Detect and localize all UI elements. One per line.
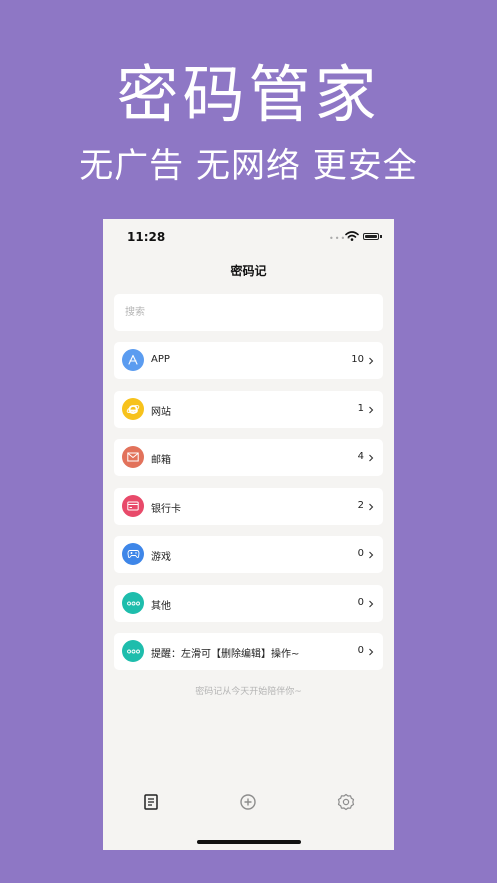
search-bar[interactable] — [114, 294, 383, 331]
category-row-website[interactable]: 网站 1 — [114, 391, 383, 428]
tab-bar — [103, 789, 394, 819]
chevron-right-icon — [369, 357, 374, 365]
chevron-right-icon — [369, 454, 374, 462]
category-label: 游戏 — [151, 552, 171, 563]
category-row-app[interactable]: APP 10 — [114, 342, 383, 379]
gear-icon[interactable] — [336, 792, 356, 812]
footer-note: 密码记从今天开始陪伴你~ — [195, 687, 302, 697]
category-count: 0 — [357, 645, 364, 656]
category-label: APP — [151, 354, 170, 365]
category-count: 1 — [357, 403, 364, 414]
status-time: 11:28 — [127, 230, 166, 244]
category-count: 2 — [357, 500, 364, 511]
status-bar: 11:28 •••• — [103, 219, 394, 255]
category-count: 4 — [357, 451, 364, 462]
ie-browser-icon — [122, 398, 144, 420]
wifi-icon — [345, 231, 359, 241]
app-store-icon — [122, 349, 144, 371]
category-label: 邮箱 — [151, 455, 171, 466]
more-dots-icon — [122, 592, 144, 614]
promo-title: 密码管家 — [116, 58, 381, 131]
phone-screen: 11:28 •••• 密码记 APP 10 — [103, 219, 394, 850]
chevron-right-icon — [369, 503, 374, 511]
home-indicator — [197, 840, 301, 844]
document-list-icon[interactable] — [141, 792, 161, 812]
mail-icon — [122, 446, 144, 468]
category-count: 10 — [351, 354, 364, 365]
category-label: 提醒：左滑可【删除编辑】操作~ — [151, 649, 300, 660]
more-dots-icon — [122, 640, 144, 662]
category-label: 银行卡 — [151, 504, 181, 515]
category-count: 0 — [357, 548, 364, 559]
gamepad-icon — [122, 543, 144, 565]
search-input[interactable] — [114, 294, 376, 331]
category-row-reminder[interactable]: 提醒：左滑可【删除编辑】操作~ 0 — [114, 633, 383, 670]
category-row-other[interactable]: 其他 0 — [114, 585, 383, 622]
category-row-game[interactable]: 游戏 0 — [114, 536, 383, 573]
category-count: 0 — [357, 597, 364, 608]
add-circle-icon[interactable] — [238, 792, 258, 812]
category-row-email[interactable]: 邮箱 4 — [114, 439, 383, 476]
bank-card-icon — [122, 495, 144, 517]
page-title: 密码记 — [230, 264, 267, 278]
chevron-right-icon — [369, 406, 374, 414]
battery-icon — [363, 233, 379, 240]
category-row-bank-card[interactable]: 银行卡 2 — [114, 488, 383, 525]
category-label: 其他 — [151, 601, 171, 612]
promo-subtitle: 无广告 无网络 更安全 — [79, 146, 418, 186]
category-label: 网站 — [151, 407, 171, 418]
chevron-right-icon — [369, 551, 374, 559]
chevron-right-icon — [369, 648, 374, 656]
battery-cap — [380, 235, 382, 238]
chevron-right-icon — [369, 600, 374, 608]
